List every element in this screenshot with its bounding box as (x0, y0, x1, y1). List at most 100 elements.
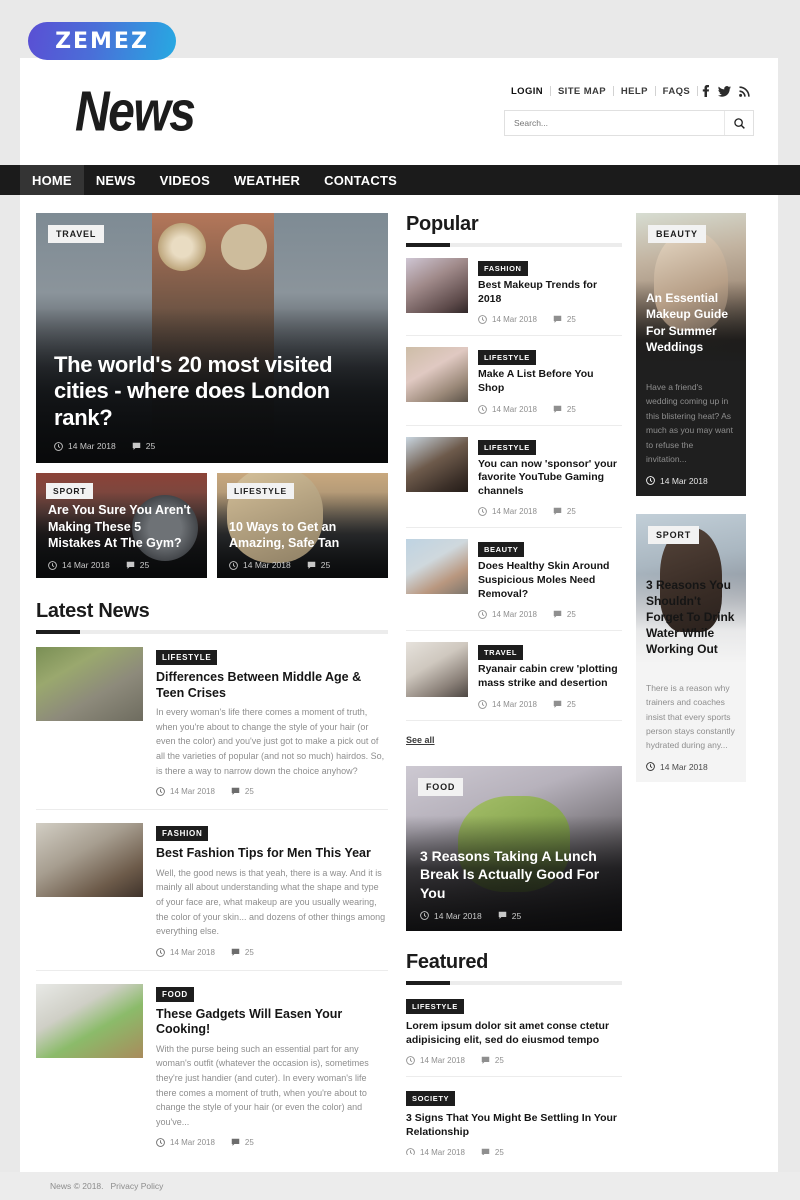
zemez-logo-text: ZEMEZ (55, 28, 149, 54)
subcard-body: 10 Ways to Get an Amazing, Safe Tan 14 M… (229, 519, 376, 571)
food-feature-card[interactable]: FOOD 3 Reasons Taking A Lunch Break Is A… (406, 765, 622, 931)
article-title[interactable]: Best Makeup Trends for 2018 (478, 279, 622, 306)
category-badge[interactable]: BEAUTY (478, 542, 525, 558)
comment-icon (553, 316, 562, 324)
nav-item-contacts[interactable]: CONTACTS (312, 165, 409, 195)
article-title[interactable]: Differences Between Middle Age & Teen Cr… (156, 670, 388, 701)
list-item[interactable]: LIFESTYLE Make A List Before You Shop 14… (406, 336, 622, 426)
category-badge[interactable]: FOOD (156, 986, 194, 1002)
nav-item-home[interactable]: HOME (20, 165, 84, 195)
category-badge[interactable]: LIFESTYLE (478, 439, 536, 455)
article-title[interactable]: Lorem ipsum dolor sit amet conse ctetur … (406, 1019, 622, 1047)
sidebar-card-title[interactable]: 3 Reasons You Shouldn't Forget To Drink … (646, 577, 736, 658)
article-comment-count: 25 (566, 315, 576, 325)
list-item[interactable]: FASHION Best Makeup Trends for 2018 14 M… (406, 247, 622, 337)
food-title[interactable]: 3 Reasons Taking A Lunch Break Is Actual… (420, 847, 608, 902)
list-item[interactable]: LIFESTYLE Differences Between Middle Age… (36, 634, 388, 811)
sidebar-category-badge[interactable]: BEAUTY (648, 225, 706, 243)
clock-icon (156, 947, 165, 957)
article-comments: 25 (231, 948, 254, 957)
clock-icon (478, 699, 487, 709)
category-badge[interactable]: SOCIETY (406, 1091, 456, 1107)
article-date: 14 Mar 2018 (478, 405, 537, 414)
article-title[interactable]: Does Healthy Skin Around Suspicious Mole… (478, 560, 622, 601)
zemez-logo[interactable]: ZEMEZ (28, 22, 176, 60)
sidebar-card-body: There is a reason why trainers and coach… (636, 664, 746, 782)
search-bar[interactable] (504, 110, 754, 136)
sidebar-card-title[interactable]: An Essential Makeup Guide For Summer Wed… (646, 290, 736, 355)
category-badge[interactable]: LIFESTYLE (156, 650, 218, 665)
article-title[interactable]: Make A List Before You Shop (478, 368, 622, 395)
subcard-date: 14 Mar 2018 (229, 560, 291, 570)
site-title[interactable]: News (75, 80, 196, 145)
subcard-meta: 14 Mar 2018 25 (48, 560, 195, 570)
hero-subcard-sport[interactable]: SPORT Are You Sure You Aren't Making The… (36, 473, 207, 578)
help-link[interactable]: HELP (614, 86, 655, 97)
article-comment-count: 25 (244, 1138, 254, 1148)
nav-item-weather[interactable]: WEATHER (222, 165, 312, 195)
article-title[interactable]: Ryanair cabin crew 'plotting mass strike… (478, 663, 622, 690)
rss-icon[interactable] (735, 85, 754, 97)
article-meta: 14 Mar 2018 25 (478, 405, 622, 414)
site-header: News LOGIN SITE MAP HELP FAQS (20, 58, 778, 165)
subcard-category-badge[interactable]: LIFESTYLE (227, 483, 295, 499)
article-title[interactable]: You can now 'sponsor' your favorite YouT… (478, 458, 622, 499)
hero-comment-count: 25 (145, 441, 156, 451)
sidebar-card-date-text: 14 Mar 2018 (660, 761, 708, 772)
category-badge[interactable]: LIFESTYLE (406, 998, 464, 1014)
list-item[interactable]: TRAVEL Ryanair cabin crew 'plotting mass… (406, 631, 622, 721)
list-item[interactable]: LIFESTYLE You can now 'sponsor' your fav… (406, 426, 622, 529)
site-map-link[interactable]: SITE MAP (551, 86, 613, 97)
subcard-title[interactable]: Are You Sure You Aren't Making These 5 M… (48, 502, 195, 551)
article-body: LIFESTYLE You can now 'sponsor' your fav… (478, 437, 622, 516)
category-badge[interactable]: FASHION (156, 826, 209, 842)
header-right: LOGIN SITE MAP HELP FAQS (504, 84, 754, 136)
article-title[interactable]: Best Fashion Tips for Men This Year (156, 846, 388, 862)
list-item[interactable]: LIFESTYLE Lorem ipsum dolor sit amet con… (406, 985, 622, 1078)
category-badge[interactable]: TRAVEL (478, 645, 524, 661)
article-thumbnail (406, 436, 468, 492)
hero-subcard-lifestyle[interactable]: LIFESTYLE 10 Ways to Get an Amazing, Saf… (217, 473, 388, 578)
category-badge[interactable]: FASHION (478, 261, 528, 276)
subcard-category-badge[interactable]: SPORT (46, 483, 94, 499)
faqs-link[interactable]: FAQS (656, 86, 697, 97)
sidebar-card-beauty[interactable]: BEAUTY An Essential Makeup Guide For Sum… (636, 213, 746, 496)
subcard-title[interactable]: 10 Ways to Get an Amazing, Safe Tan (229, 519, 376, 552)
nav-item-news[interactable]: NEWS (84, 165, 148, 195)
login-link[interactable]: LOGIN (504, 86, 550, 97)
article-date: 14 Mar 2018 (156, 787, 215, 796)
twitter-icon[interactable] (714, 85, 735, 97)
article-title[interactable]: These Gadgets Will Easen Your Cooking! (156, 1007, 388, 1038)
category-badge[interactable]: LIFESTYLE (478, 350, 536, 366)
sidebar-card-sport[interactable]: SPORT 3 Reasons You Shouldn't Forget To … (636, 513, 746, 782)
article-title[interactable]: 3 Signs That You Might Be Settling In Yo… (406, 1111, 622, 1139)
nav-item-videos[interactable]: VIDEOS (148, 165, 222, 195)
sidebar-category-badge[interactable]: SPORT (648, 525, 700, 544)
article-date: 14 Mar 2018 (478, 610, 537, 619)
list-item[interactable]: BEAUTY Does Healthy Skin Around Suspicio… (406, 528, 622, 632)
article-comment-count: 25 (494, 1056, 504, 1066)
comment-icon (132, 442, 140, 450)
article-meta: 14 Mar 2018 25 (478, 315, 622, 324)
article-body: TRAVEL Ryanair cabin crew 'plotting mass… (478, 642, 622, 709)
middle-column: Popular FASHION Best Makeup Trends for 2… (406, 213, 636, 1199)
list-item[interactable]: FOOD These Gadgets Will Easen Your Cooki… (36, 971, 388, 1162)
hero-article[interactable]: TRAVEL The world's 20 most visited citie… (36, 213, 388, 463)
hero-category-badge[interactable]: TRAVEL (48, 225, 105, 243)
facebook-icon[interactable] (698, 85, 714, 97)
hero-title[interactable]: The world's 20 most visited cities - whe… (54, 352, 370, 432)
comment-icon (553, 700, 562, 708)
clock-icon (156, 787, 165, 796)
article-comment-count: 25 (566, 610, 576, 620)
article-body: FASHION Best Fashion Tips for Men This Y… (156, 823, 388, 957)
list-item[interactable]: FASHION Best Fashion Tips for Men This Y… (36, 810, 388, 971)
search-input[interactable] (505, 111, 724, 135)
popular-see-all-link[interactable]: See all (406, 735, 435, 745)
article-date: 14 Mar 2018 (478, 507, 537, 516)
popular-heading: Popular (406, 213, 622, 247)
comment-icon (231, 1139, 240, 1147)
privacy-policy-link[interactable]: Privacy Policy (111, 1181, 164, 1191)
article-comments: 25 (553, 700, 576, 709)
search-button[interactable] (724, 111, 753, 135)
food-category-badge[interactable]: FOOD (418, 777, 464, 796)
